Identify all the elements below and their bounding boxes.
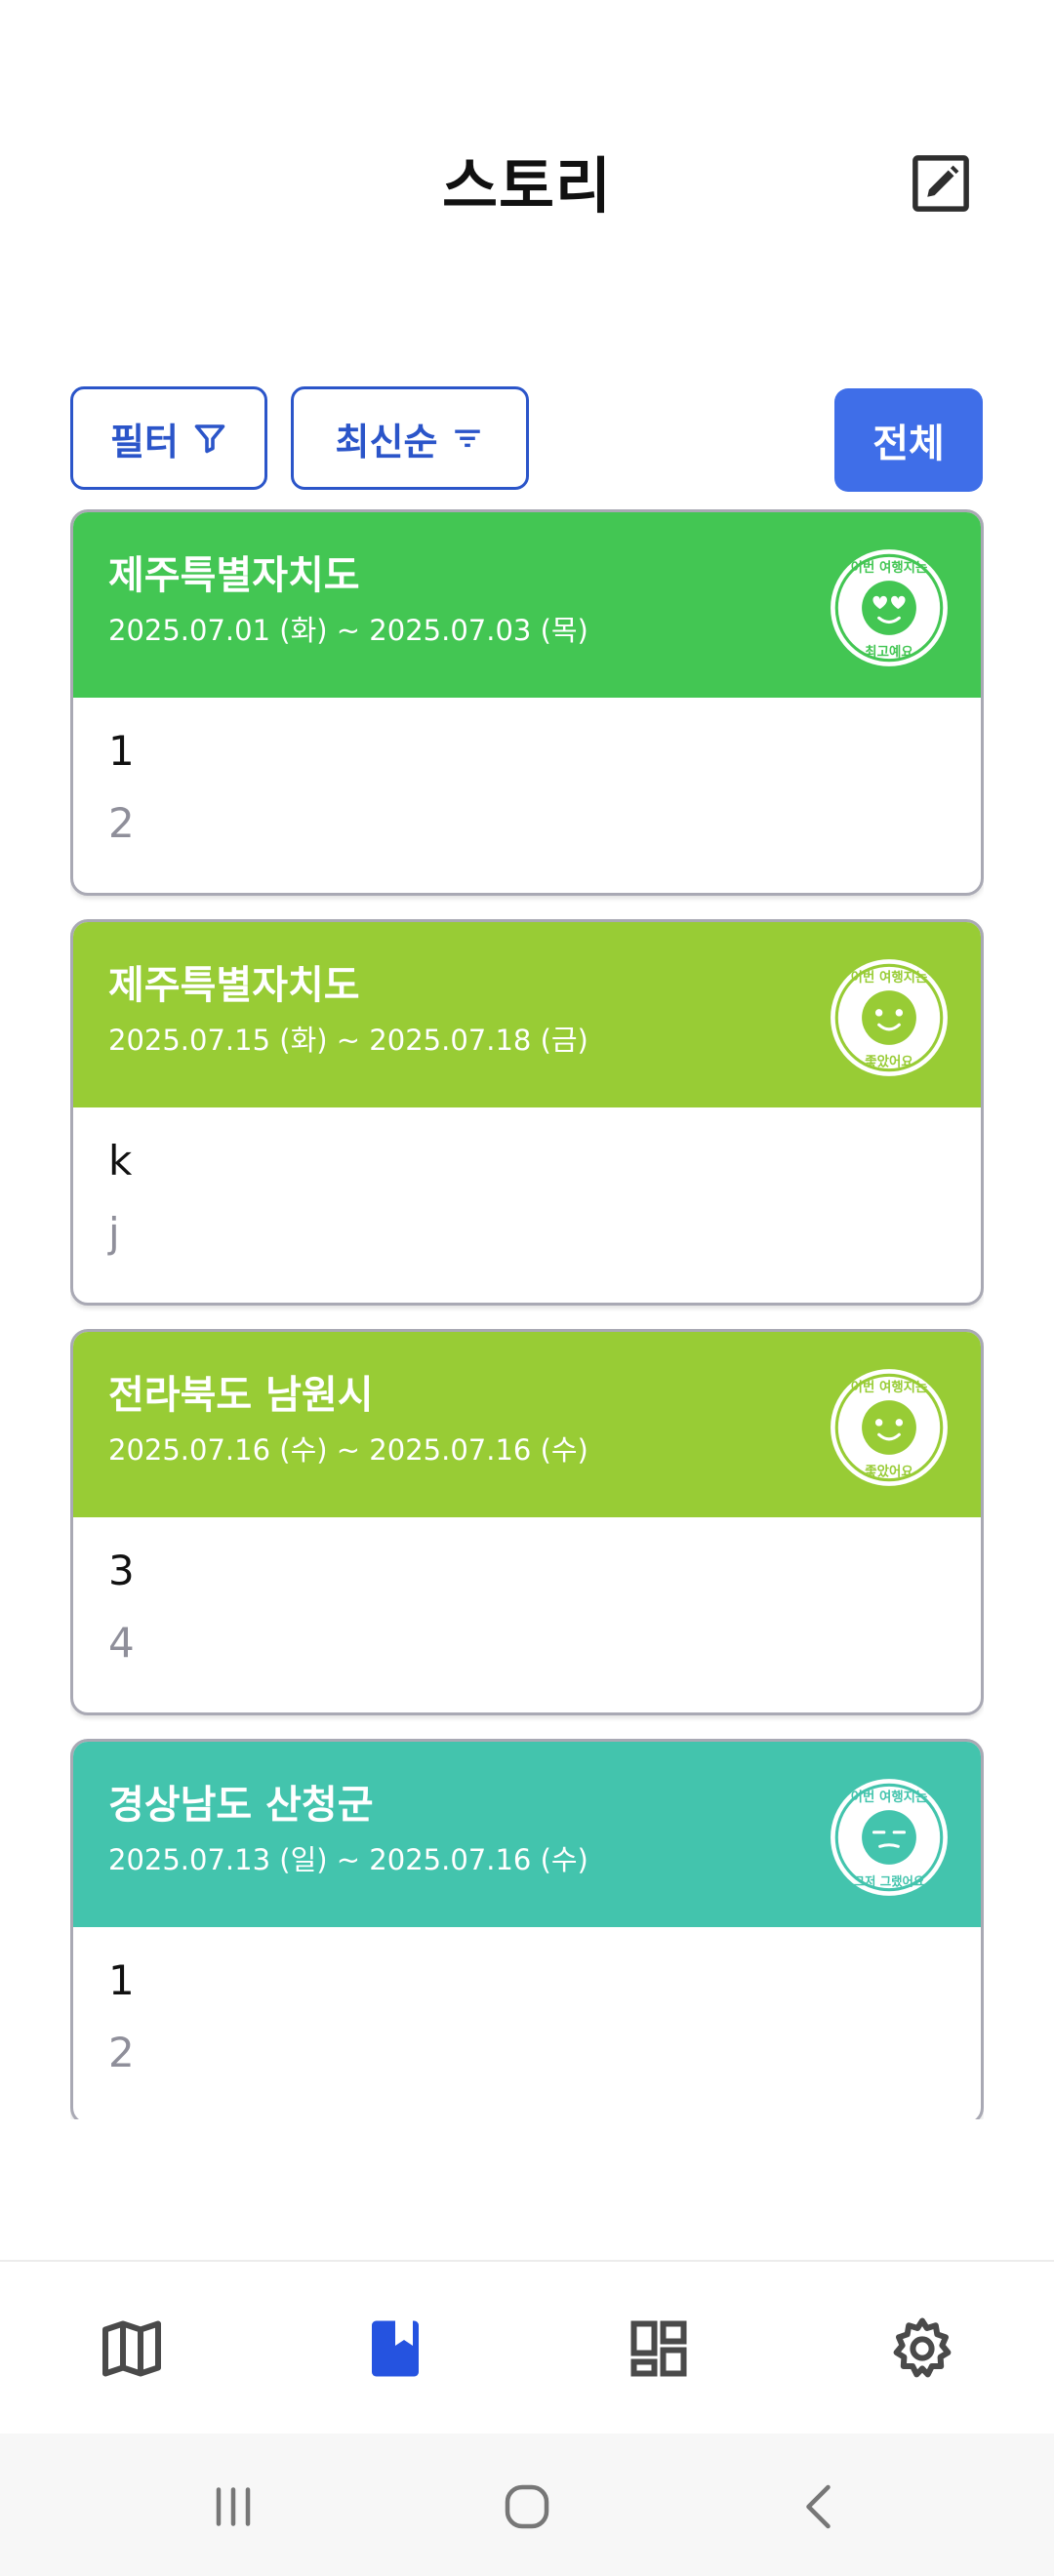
map-icon: [102, 2320, 161, 2377]
nav-map[interactable]: [88, 2305, 176, 2393]
story-card-body: 1 2: [73, 698, 981, 893]
story-list: 제주특별자치도 2025.07.01 (화) ~ 2025.07.03 (목) …: [70, 509, 984, 2119]
svg-text:좋았어요: 좋았어요: [865, 1464, 912, 1480]
svg-text:이번 여행지는: 이번 여행지는: [851, 1379, 928, 1395]
story-line-2: j: [108, 1209, 120, 1257]
story-line-1: k: [108, 1137, 133, 1185]
story-region: 전라북도 남원시: [108, 1373, 374, 1418]
story-region: 제주특별자치도: [108, 963, 360, 1008]
svg-text:이번 여행지는: 이번 여행지는: [851, 559, 928, 576]
story-card-header: 경상남도 산청군 2025.07.13 (일) ~ 2025.07.16 (수)…: [73, 1742, 981, 1927]
sort-label: 최신순: [335, 420, 438, 463]
nav-stories[interactable]: [351, 2305, 439, 2393]
story-card-header: 제주특별자치도 2025.07.15 (화) ~ 2025.07.18 (금) …: [73, 922, 981, 1107]
svg-text:최고예요: 최고예요: [865, 645, 912, 661]
story-card[interactable]: 제주특별자치도 2025.07.01 (화) ~ 2025.07.03 (목) …: [70, 509, 984, 896]
recent-apps-icon: [216, 2487, 251, 2526]
story-line-2: 2: [108, 2029, 135, 2076]
meh-stamp-icon: 이번 여행지는 그저 그랬어요: [831, 1779, 948, 1896]
dashboard-icon: [630, 2320, 687, 2377]
story-dates: 2025.07.13 (일) ~ 2025.07.16 (수): [108, 1843, 588, 1876]
edit-button[interactable]: [906, 148, 976, 219]
svg-text:그저 그랬어요: 그저 그랬어요: [854, 1874, 925, 1889]
story-card-body: 1 2: [73, 1927, 981, 2119]
edit-icon: [912, 155, 969, 212]
bookmark-icon: [372, 2320, 419, 2377]
story-dates: 2025.07.15 (화) ~ 2025.07.18 (금): [108, 1024, 588, 1057]
home-icon: [505, 2484, 549, 2529]
story-card[interactable]: 경상남도 산청군 2025.07.13 (일) ~ 2025.07.16 (수)…: [70, 1739, 984, 2119]
svg-text:이번 여행지는: 이번 여행지는: [851, 1789, 928, 1805]
story-line-1: 3: [108, 1547, 135, 1594]
story-card-header: 전라북도 남원시 2025.07.16 (수) ~ 2025.07.16 (수)…: [73, 1332, 981, 1517]
page-title: 스토리: [441, 150, 613, 221]
story-dates: 2025.07.16 (수) ~ 2025.07.16 (수): [108, 1433, 588, 1467]
smile-stamp-icon: 이번 여행지는 좋았어요: [831, 959, 948, 1076]
nav-settings[interactable]: [878, 2305, 966, 2393]
story-region: 제주특별자치도: [108, 553, 360, 598]
gear-icon: [893, 2317, 952, 2378]
filter-button[interactable]: 필터: [70, 386, 267, 490]
story-card[interactable]: 전라북도 남원시 2025.07.16 (수) ~ 2025.07.16 (수)…: [70, 1329, 984, 1715]
smile-stamp-icon: 이번 여행지는 좋았어요: [831, 1369, 948, 1486]
all-button[interactable]: 전체: [834, 388, 983, 492]
back-icon: [806, 2484, 831, 2529]
story-region: 경상남도 산청군: [108, 1783, 374, 1828]
svg-text:이번 여행지는: 이번 여행지는: [851, 969, 928, 986]
back-button[interactable]: [787, 2473, 855, 2541]
system-navigation-bar: [0, 2434, 1054, 2576]
sort-button[interactable]: 최신순: [291, 386, 529, 490]
story-line-1: 1: [108, 1956, 135, 2004]
story-card-header: 제주특별자치도 2025.07.01 (화) ~ 2025.07.03 (목) …: [73, 512, 981, 698]
toolbar: 필터 최신순 전체: [0, 386, 1054, 494]
heart-eyes-stamp-icon: 이번 여행지는 최고예요: [831, 549, 948, 666]
story-line-2: 4: [108, 1619, 135, 1667]
story-card[interactable]: 제주특별자치도 2025.07.15 (화) ~ 2025.07.18 (금) …: [70, 919, 984, 1306]
story-line-1: 1: [108, 727, 135, 775]
filter-label: 필터: [110, 420, 179, 463]
home-button[interactable]: [493, 2473, 561, 2541]
nav-dashboard[interactable]: [615, 2305, 703, 2393]
bottom-navigation: [0, 2260, 1054, 2435]
story-card-body: k j: [73, 1107, 981, 1303]
story-dates: 2025.07.01 (화) ~ 2025.07.03 (목): [108, 614, 588, 647]
story-line-2: 2: [108, 799, 135, 847]
recent-apps-button[interactable]: [199, 2473, 267, 2541]
story-card-body: 3 4: [73, 1517, 981, 1712]
funnel-icon: [194, 424, 225, 454]
svg-text:좋았어요: 좋았어요: [865, 1054, 912, 1070]
header: 스토리: [0, 0, 1054, 322]
sort-lines-icon: [455, 429, 481, 448]
